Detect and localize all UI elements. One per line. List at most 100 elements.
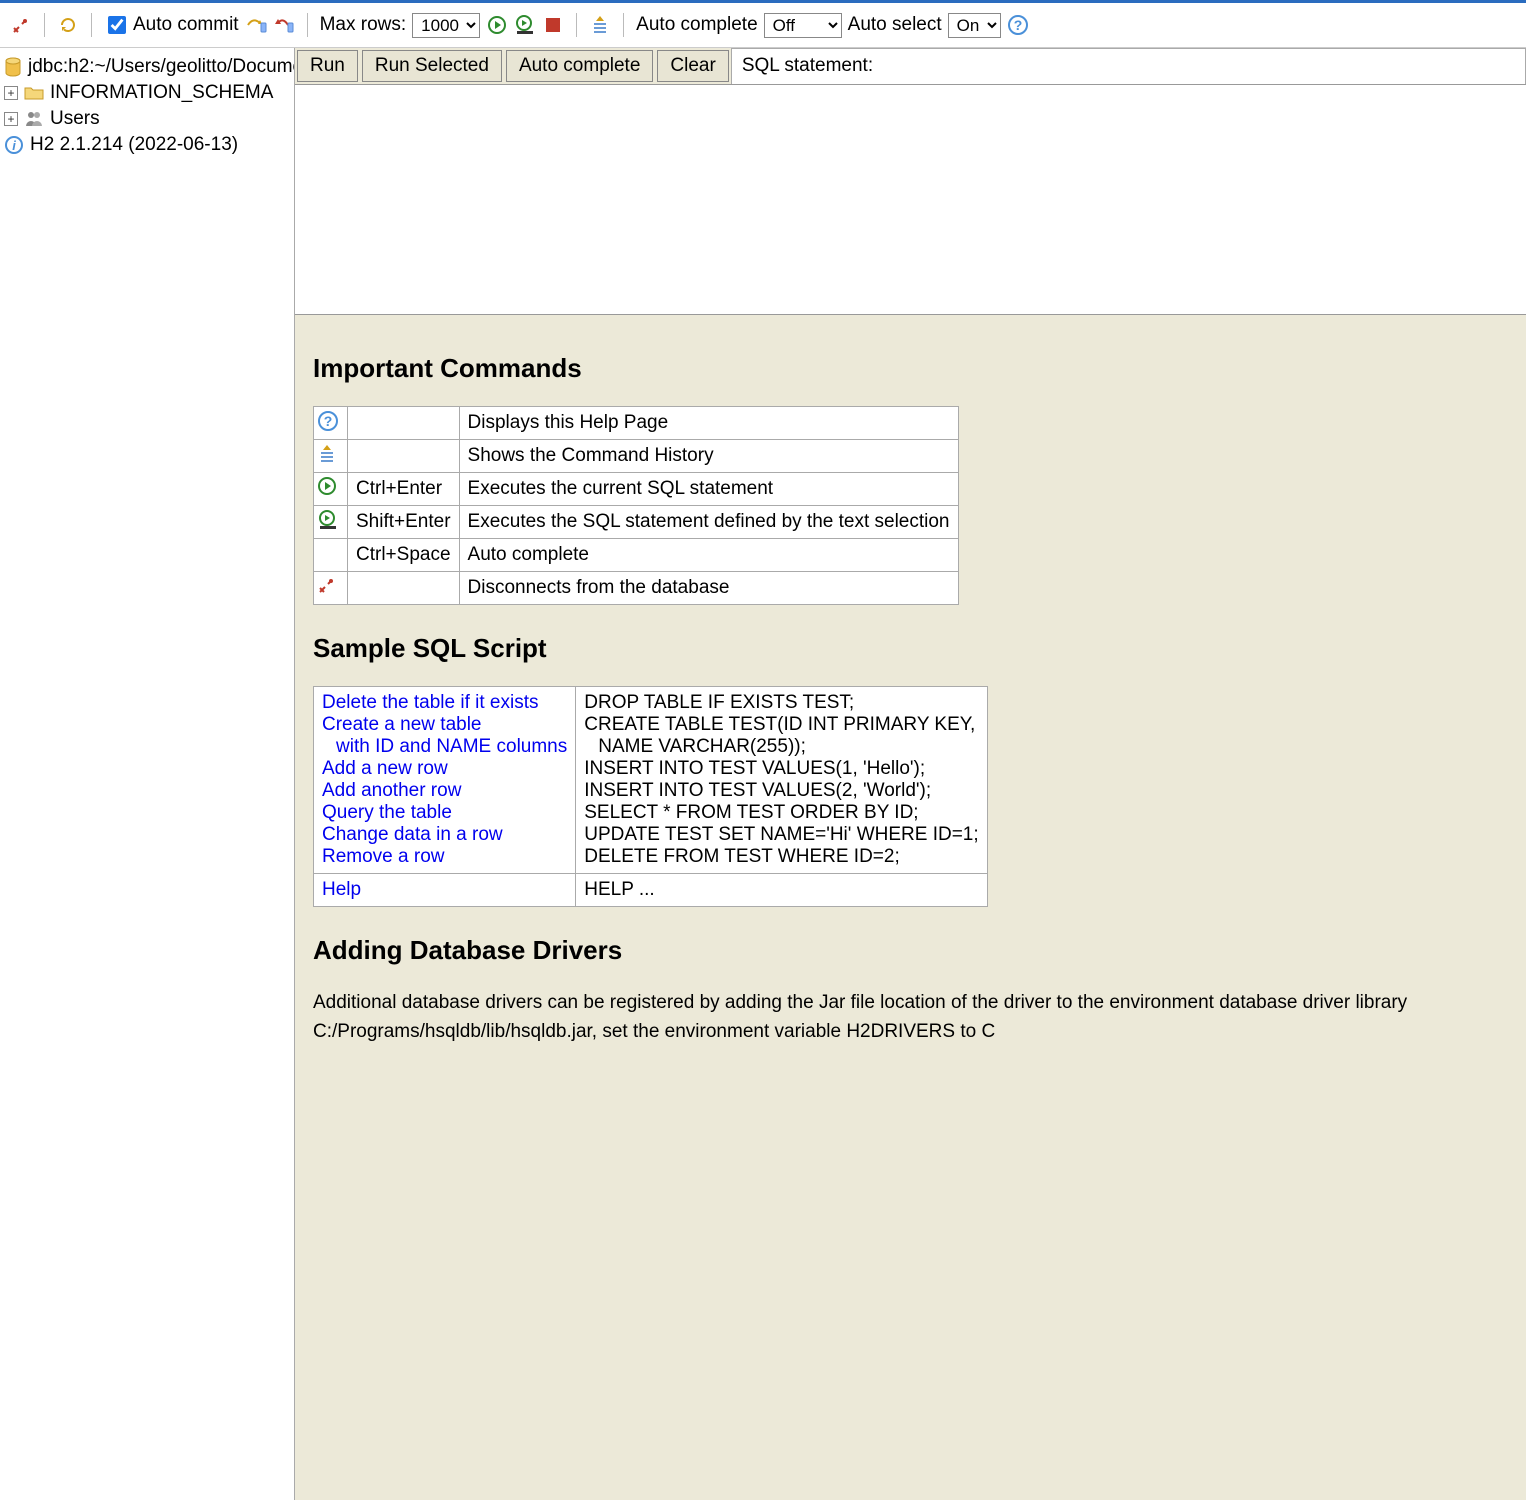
- sample-labels: Delete the table if it exists Create a n…: [314, 687, 576, 874]
- sample-sql: DROP TABLE IF EXISTS TEST;: [584, 692, 854, 713]
- sample-link[interactable]: Create a new table: [322, 714, 482, 735]
- cmd-desc: Executes the current SQL statement: [459, 473, 958, 506]
- sample-link[interactable]: Add a new row: [322, 758, 448, 779]
- auto-complete-label: Auto complete: [636, 14, 757, 36]
- svg-text:?: ?: [324, 413, 333, 429]
- disconnect-icon[interactable]: [10, 14, 32, 36]
- drivers-heading: Adding Database Drivers: [313, 935, 1508, 966]
- sample-sql-table: Delete the table if it exists Create a n…: [313, 686, 988, 907]
- tree-version-label: H2 2.1.214 (2022-06-13): [30, 134, 238, 156]
- expand-icon[interactable]: +: [4, 112, 18, 126]
- tree-db-node[interactable]: jdbc:h2:~/Users/geolitto/Docume: [4, 54, 290, 80]
- sample-link[interactable]: Change data in a row: [322, 824, 503, 845]
- cmd-desc: Executes the SQL statement defined by th…: [459, 506, 958, 539]
- sample-link[interactable]: Remove a row: [322, 846, 445, 867]
- cmd-desc: Shows the Command History: [459, 440, 958, 473]
- table-row: Help HELP ...: [314, 874, 988, 907]
- commit-icon[interactable]: [245, 14, 267, 36]
- sample-sql: NAME VARCHAR(255));: [584, 736, 978, 758]
- sample-link[interactable]: Add another row: [322, 780, 461, 801]
- sql-editor[interactable]: [295, 85, 1526, 315]
- auto-select-select[interactable]: On: [948, 13, 1001, 38]
- sample-sql: UPDATE TEST SET NAME='Hi' WHERE ID=1;: [584, 824, 978, 845]
- important-commands-heading: Important Commands: [313, 353, 1508, 384]
- content-pane: Run Run Selected Auto complete Clear SQL…: [295, 48, 1526, 1500]
- sample-link[interactable]: Query the table: [322, 802, 452, 823]
- help-sql: HELP ...: [576, 874, 987, 907]
- stop-icon[interactable]: [542, 14, 564, 36]
- tree-db-label: jdbc:h2:~/Users/geolitto/Docume: [28, 56, 295, 78]
- sample-link[interactable]: Delete the table if it exists: [322, 692, 539, 713]
- cmd-shortcut: Shift+Enter: [348, 506, 460, 539]
- info-icon: i: [4, 135, 24, 155]
- auto-select-label: Auto select: [848, 14, 942, 36]
- history-icon[interactable]: [589, 14, 611, 36]
- auto-commit-input[interactable]: [108, 16, 126, 34]
- table-row: Ctrl+Space Auto complete: [314, 539, 959, 572]
- separator: [576, 13, 577, 37]
- auto-commit-label: Auto commit: [133, 14, 239, 36]
- users-icon: [24, 109, 44, 129]
- tree-users-node[interactable]: + Users: [4, 106, 290, 132]
- table-row: Ctrl+Enter Executes the current SQL stat…: [314, 473, 959, 506]
- sample-sql: DELETE FROM TEST WHERE ID=2;: [584, 846, 900, 867]
- database-icon: [4, 57, 22, 77]
- main-toolbar: Auto commit Max rows: 1000 Auto complete…: [0, 0, 1526, 48]
- main-area: jdbc:h2:~/Users/geolitto/Docume + INFORM…: [0, 48, 1526, 1500]
- svg-text:i: i: [12, 138, 16, 153]
- folder-icon: [24, 83, 44, 103]
- separator: [307, 13, 308, 37]
- run-icon[interactable]: [486, 14, 508, 36]
- sql-statement-label: SQL statement:: [731, 48, 1526, 84]
- separator: [623, 13, 624, 37]
- drivers-text: Additional database drivers can be regis…: [313, 988, 1508, 1047]
- sample-sql-cells: DROP TABLE IF EXISTS TEST; CREATE TABLE …: [576, 687, 987, 874]
- table-row: Delete the table if it exists Create a n…: [314, 687, 988, 874]
- separator: [91, 13, 92, 37]
- results-pane: Important Commands ? Displays this Help …: [295, 315, 1526, 1500]
- tree-version-node: i H2 2.1.214 (2022-06-13): [4, 132, 290, 158]
- cmd-shortcut: [348, 440, 460, 473]
- cmd-desc: Displays this Help Page: [459, 407, 958, 440]
- table-row: ? Displays this Help Page: [314, 407, 959, 440]
- run-selected-button[interactable]: Run Selected: [362, 50, 502, 82]
- refresh-icon[interactable]: [57, 14, 79, 36]
- auto-complete-select[interactable]: Off: [764, 13, 842, 38]
- cmd-desc: Auto complete: [459, 539, 958, 572]
- run-selected-icon: [314, 506, 348, 539]
- cmd-desc: Disconnects from the database: [459, 572, 958, 605]
- svg-text:?: ?: [1013, 17, 1022, 33]
- cmd-shortcut: [348, 572, 460, 605]
- max-rows-label: Max rows:: [320, 14, 407, 36]
- auto-complete-button[interactable]: Auto complete: [506, 50, 653, 82]
- tree-users-label: Users: [50, 108, 100, 130]
- sample-link[interactable]: with ID and NAME columns: [322, 736, 567, 758]
- sample-sql: SELECT * FROM TEST ORDER BY ID;: [584, 802, 918, 823]
- cmd-shortcut: Ctrl+Enter: [348, 473, 460, 506]
- sample-sql: INSERT INTO TEST VALUES(1, 'Hello');: [584, 758, 925, 779]
- sample-sql: INSERT INTO TEST VALUES(2, 'World');: [584, 780, 931, 801]
- tree-schema-node[interactable]: + INFORMATION_SCHEMA: [4, 80, 290, 106]
- expand-icon[interactable]: +: [4, 86, 18, 100]
- auto-commit-checkbox[interactable]: Auto commit: [104, 13, 239, 37]
- help-icon[interactable]: ?: [1007, 14, 1029, 36]
- disconnect-icon: [314, 572, 348, 605]
- run-icon: [314, 473, 348, 506]
- help-icon: ?: [314, 407, 348, 440]
- help-link[interactable]: Help: [322, 879, 361, 900]
- sample-sql-heading: Sample SQL Script: [313, 633, 1508, 664]
- clear-button[interactable]: Clear: [657, 50, 728, 82]
- table-row: Disconnects from the database: [314, 572, 959, 605]
- max-rows-select[interactable]: 1000: [412, 13, 480, 38]
- rollback-icon[interactable]: [273, 14, 295, 36]
- tree-schema-label: INFORMATION_SCHEMA: [50, 82, 273, 104]
- table-row: Shift+Enter Executes the SQL statement d…: [314, 506, 959, 539]
- db-tree: jdbc:h2:~/Users/geolitto/Docume + INFORM…: [0, 48, 295, 1500]
- cmd-shortcut: [348, 407, 460, 440]
- cmd-shortcut: Ctrl+Space: [348, 539, 460, 572]
- commands-table: ? Displays this Help Page Shows the Comm…: [313, 406, 959, 605]
- blank-icon: [314, 539, 348, 572]
- query-toolbar: Run Run Selected Auto complete Clear SQL…: [295, 48, 1526, 85]
- run-button[interactable]: Run: [297, 50, 358, 82]
- run-selected-icon[interactable]: [514, 14, 536, 36]
